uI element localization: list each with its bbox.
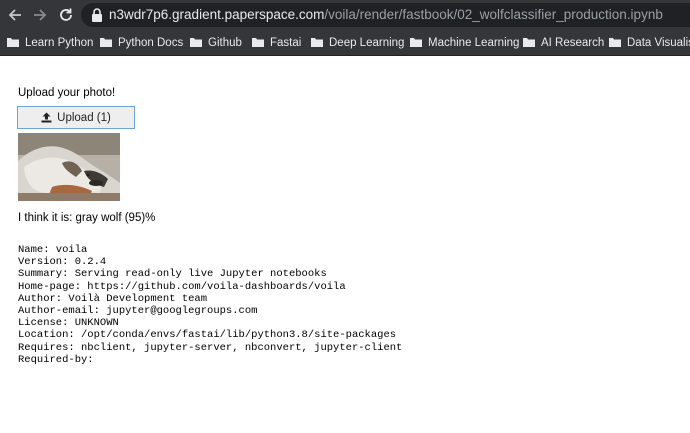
back-arrow-icon[interactable]: [6, 6, 24, 24]
pip-line: Version: 0.2.4: [18, 256, 107, 269]
bookmark-label: Machine Learning: [428, 36, 520, 49]
pip-line: Author: Voilà Development team: [18, 292, 208, 305]
reload-icon[interactable]: [57, 6, 75, 24]
bookmark-deep-learning[interactable]: Deep Learning: [311, 30, 404, 55]
pip-show-output: Name: voila Version: 0.2.4 Summary: Serv…: [18, 244, 402, 366]
bookmark-ai-research[interactable]: AI Research: [523, 30, 604, 55]
upload-button[interactable]: Upload (1): [17, 106, 135, 129]
bookmarks-bar: Learn Python Python Docs Github Fastai D…: [0, 30, 690, 56]
forward-arrow-icon[interactable]: [31, 6, 49, 24]
pip-line: Home-page: https://github.com/voila-dash…: [18, 280, 346, 293]
pip-line: Name: voila: [18, 244, 88, 256]
pip-line: License: UNKNOWN: [18, 317, 119, 330]
folder-icon: [190, 38, 202, 47]
bookmark-label: AI Research: [541, 36, 605, 49]
folder-icon: [7, 38, 19, 47]
pip-line: Summary: Serving read-only live Jupyter …: [18, 268, 327, 281]
pip-line: Requires: nbclient, jupyter-server, nbco…: [18, 341, 403, 354]
folder-icon: [100, 38, 112, 47]
upload-button-label: Upload (1): [57, 111, 111, 124]
bookmark-fastai[interactable]: Fastai: [252, 30, 301, 55]
pip-line: Required-by:: [18, 353, 94, 366]
bookmark-label: Data Visualisa: [627, 36, 690, 49]
folder-icon: [523, 38, 535, 47]
pip-line: Author-email: jupyter@googlegroups.com: [18, 305, 258, 318]
prediction-text: I think it is: gray wolf (95)%: [18, 212, 156, 224]
url-path: /voila/render/fastbook/02_wolfclassifier…: [324, 7, 663, 22]
bookmark-python-docs[interactable]: Python Docs: [100, 30, 183, 55]
bookmark-label: Learn Python: [25, 36, 94, 49]
bookmark-label: Python Docs: [118, 36, 184, 49]
browser-toolbar: n3wdr7p6.gradient.paperspace.com/voila/r…: [0, 0, 690, 30]
bookmark-data-visualisation[interactable]: Data Visualisa: [609, 30, 690, 55]
folder-icon: [311, 38, 323, 47]
pip-line: Location: /opt/conda/envs/fastai/lib/pyt…: [18, 329, 397, 342]
address-bar[interactable]: n3wdr7p6.gradient.paperspace.com/voila/r…: [81, 3, 690, 27]
bookmark-github[interactable]: Github: [190, 30, 242, 55]
lock-icon: [92, 8, 102, 22]
upload-icon: [41, 112, 52, 123]
uploaded-wolf-photo: [18, 133, 120, 201]
bookmark-label: Fastai: [270, 36, 302, 49]
bookmark-label: Github: [208, 36, 242, 49]
bookmark-machine-learning[interactable]: Machine Learning: [410, 30, 519, 55]
bookmark-label: Deep Learning: [329, 36, 405, 49]
folder-icon: [410, 38, 422, 47]
folder-icon: [609, 38, 621, 47]
url-host: n3wdr7p6.gradient.paperspace.com: [109, 7, 325, 22]
url-text: n3wdr7p6.gradient.paperspace.com/voila/r…: [109, 7, 663, 23]
folder-icon: [252, 38, 264, 47]
bookmark-learn-python[interactable]: Learn Python: [7, 30, 93, 55]
upload-prompt: Upload your photo!: [18, 87, 116, 99]
